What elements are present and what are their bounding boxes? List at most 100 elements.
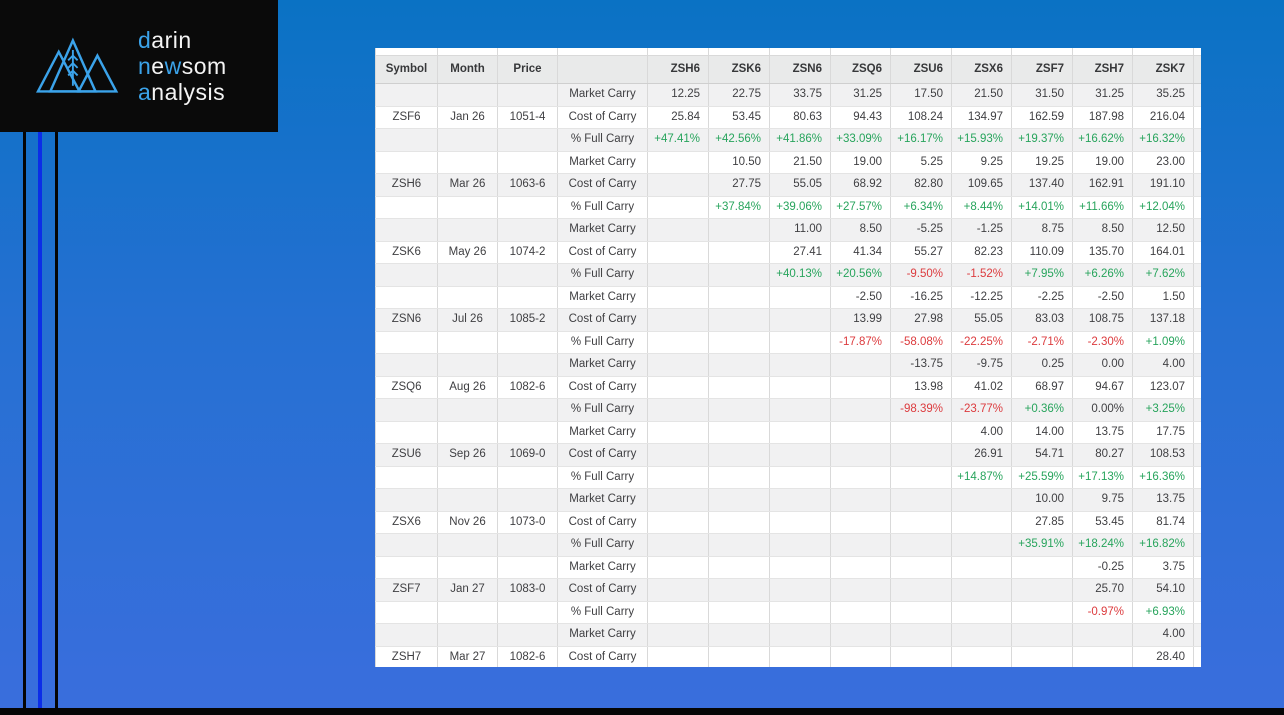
value-cell-ZSX6: -1.52% <box>951 263 1012 287</box>
value-cell-ZSX6: 26.91 <box>951 443 1012 467</box>
value-cell-ZSX6 <box>951 601 1012 624</box>
value-cell-ZSX6: -23.77% <box>951 398 1012 422</box>
value-cell-ZSK6 <box>708 646 770 667</box>
price-cell <box>497 466 558 489</box>
value-cell-ZSH7: +11.66% <box>1072 196 1133 219</box>
brand-wordmark-line: analysis <box>138 79 226 105</box>
value-cell-ZSH6 <box>647 578 709 602</box>
value-cell-ZSH6 <box>647 511 709 534</box>
value-cell-ZSK6: 22.75 <box>708 83 770 107</box>
month-cell <box>437 353 498 377</box>
value-cell-ZSH6 <box>647 286 709 309</box>
row-label-cell: % Full Carry <box>557 601 648 624</box>
symbol-cell <box>375 128 438 152</box>
value-cell-ZSK7: 3.75 <box>1132 556 1194 579</box>
value-cell-ZSK6 <box>708 286 770 309</box>
value-cell-ZSN6: 27.41 <box>769 241 831 264</box>
value-cell-ZSH6 <box>647 601 709 624</box>
clipped-cell <box>1193 173 1201 197</box>
value-cell-ZSK6 <box>708 263 770 287</box>
value-cell-ZSQ6: -2.50 <box>830 286 891 309</box>
spacer-cell <box>1011 48 1073 56</box>
value-cell-ZSU6: 17.50 <box>890 83 952 107</box>
clipped-cell <box>1193 196 1201 219</box>
value-cell-ZSF7: -2.71% <box>1011 331 1073 354</box>
value-cell-ZSH6 <box>647 398 709 422</box>
symbol-cell: ZSH6 <box>375 173 438 197</box>
value-cell-ZSK7: +3.25% <box>1132 398 1194 422</box>
row-label-cell: Cost of Carry <box>557 173 648 197</box>
value-cell-ZSU6 <box>890 421 952 444</box>
price-cell <box>497 556 558 579</box>
row-label-cell: Market Carry <box>557 421 648 444</box>
value-cell-ZSK6 <box>708 398 770 422</box>
value-cell-ZSK6 <box>708 601 770 624</box>
value-cell-ZSK7: 216.04 <box>1132 106 1194 129</box>
price-cell <box>497 533 558 557</box>
month-cell: Aug 26 <box>437 376 498 399</box>
clipped-cell <box>1193 556 1201 579</box>
value-cell-ZSH7: +6.26% <box>1072 263 1133 287</box>
value-cell-ZSK7: 23.00 <box>1132 151 1194 174</box>
value-cell-ZSQ6: +20.56% <box>830 263 891 287</box>
value-cell-ZSK6 <box>708 376 770 399</box>
value-cell-ZSN6: +41.86% <box>769 128 831 152</box>
month-cell <box>437 218 498 242</box>
bottom-black-bar <box>0 708 1284 715</box>
month-cell <box>437 466 498 489</box>
value-cell-ZSK6 <box>708 556 770 579</box>
value-cell-ZSK7: 12.50 <box>1132 218 1194 242</box>
value-cell-ZSH7: -2.50 <box>1072 286 1133 309</box>
value-cell-ZSK7: 13.75 <box>1132 488 1194 512</box>
value-cell-ZSX6: 109.65 <box>951 173 1012 197</box>
symbol-cell: ZSH7 <box>375 646 438 667</box>
value-cell-ZSK6: +37.84% <box>708 196 770 219</box>
value-cell-ZSU6 <box>890 443 952 467</box>
value-cell-ZSU6: 55.27 <box>890 241 952 264</box>
month-cell: Sep 26 <box>437 443 498 467</box>
value-cell-ZSU6: -58.08% <box>890 331 952 354</box>
value-cell-ZSQ6 <box>830 376 891 399</box>
clipped-cell <box>1193 263 1201 287</box>
value-cell-ZSH6 <box>647 196 709 219</box>
value-cell-ZSF7: 68.97 <box>1011 376 1073 399</box>
price-cell <box>497 83 558 107</box>
spacer-cell <box>769 48 831 56</box>
value-cell-ZSN6 <box>769 646 831 667</box>
clipped-cell <box>1193 106 1201 129</box>
symbol-cell: ZSX6 <box>375 511 438 534</box>
value-cell-ZSN6 <box>769 308 831 332</box>
value-cell-ZSN6 <box>769 601 831 624</box>
price-cell <box>497 263 558 287</box>
value-cell-ZSH7: +18.24% <box>1072 533 1133 557</box>
value-cell-ZSQ6 <box>830 353 891 377</box>
value-cell-ZSK7: +16.82% <box>1132 533 1194 557</box>
month-cell <box>437 128 498 152</box>
value-cell-ZSK7: 81.74 <box>1132 511 1194 534</box>
price-cell: 1074-2 <box>497 241 558 264</box>
value-cell-ZSH7 <box>1072 623 1133 647</box>
value-cell-ZSQ6 <box>830 646 891 667</box>
price-cell <box>497 398 558 422</box>
price-cell: 1085-2 <box>497 308 558 332</box>
row-label-cell: % Full Carry <box>557 398 648 422</box>
brand-wordmark: darin newsom analysis <box>138 27 227 105</box>
value-cell-ZSU6: +6.34% <box>890 196 952 219</box>
value-cell-ZSF7 <box>1011 646 1073 667</box>
value-cell-ZSK6 <box>708 331 770 354</box>
month-cell <box>437 488 498 512</box>
row-label-cell: Market Carry <box>557 218 648 242</box>
value-cell-ZSH7: -2.30% <box>1072 331 1133 354</box>
decorative-line-black-right <box>55 132 58 708</box>
clipped-cell <box>1193 286 1201 309</box>
row-label-cell: % Full Carry <box>557 331 648 354</box>
spacer-cell <box>1193 48 1201 56</box>
value-cell-ZSN6: 80.63 <box>769 106 831 129</box>
value-cell-ZSQ6 <box>830 623 891 647</box>
row-label-cell: Cost of Carry <box>557 646 648 667</box>
value-cell-ZSH7: 53.45 <box>1072 511 1133 534</box>
value-cell-ZSH6 <box>647 556 709 579</box>
value-cell-ZSK6 <box>708 488 770 512</box>
value-cell-ZSH6: +47.41% <box>647 128 709 152</box>
clipped-cell <box>1193 421 1201 444</box>
